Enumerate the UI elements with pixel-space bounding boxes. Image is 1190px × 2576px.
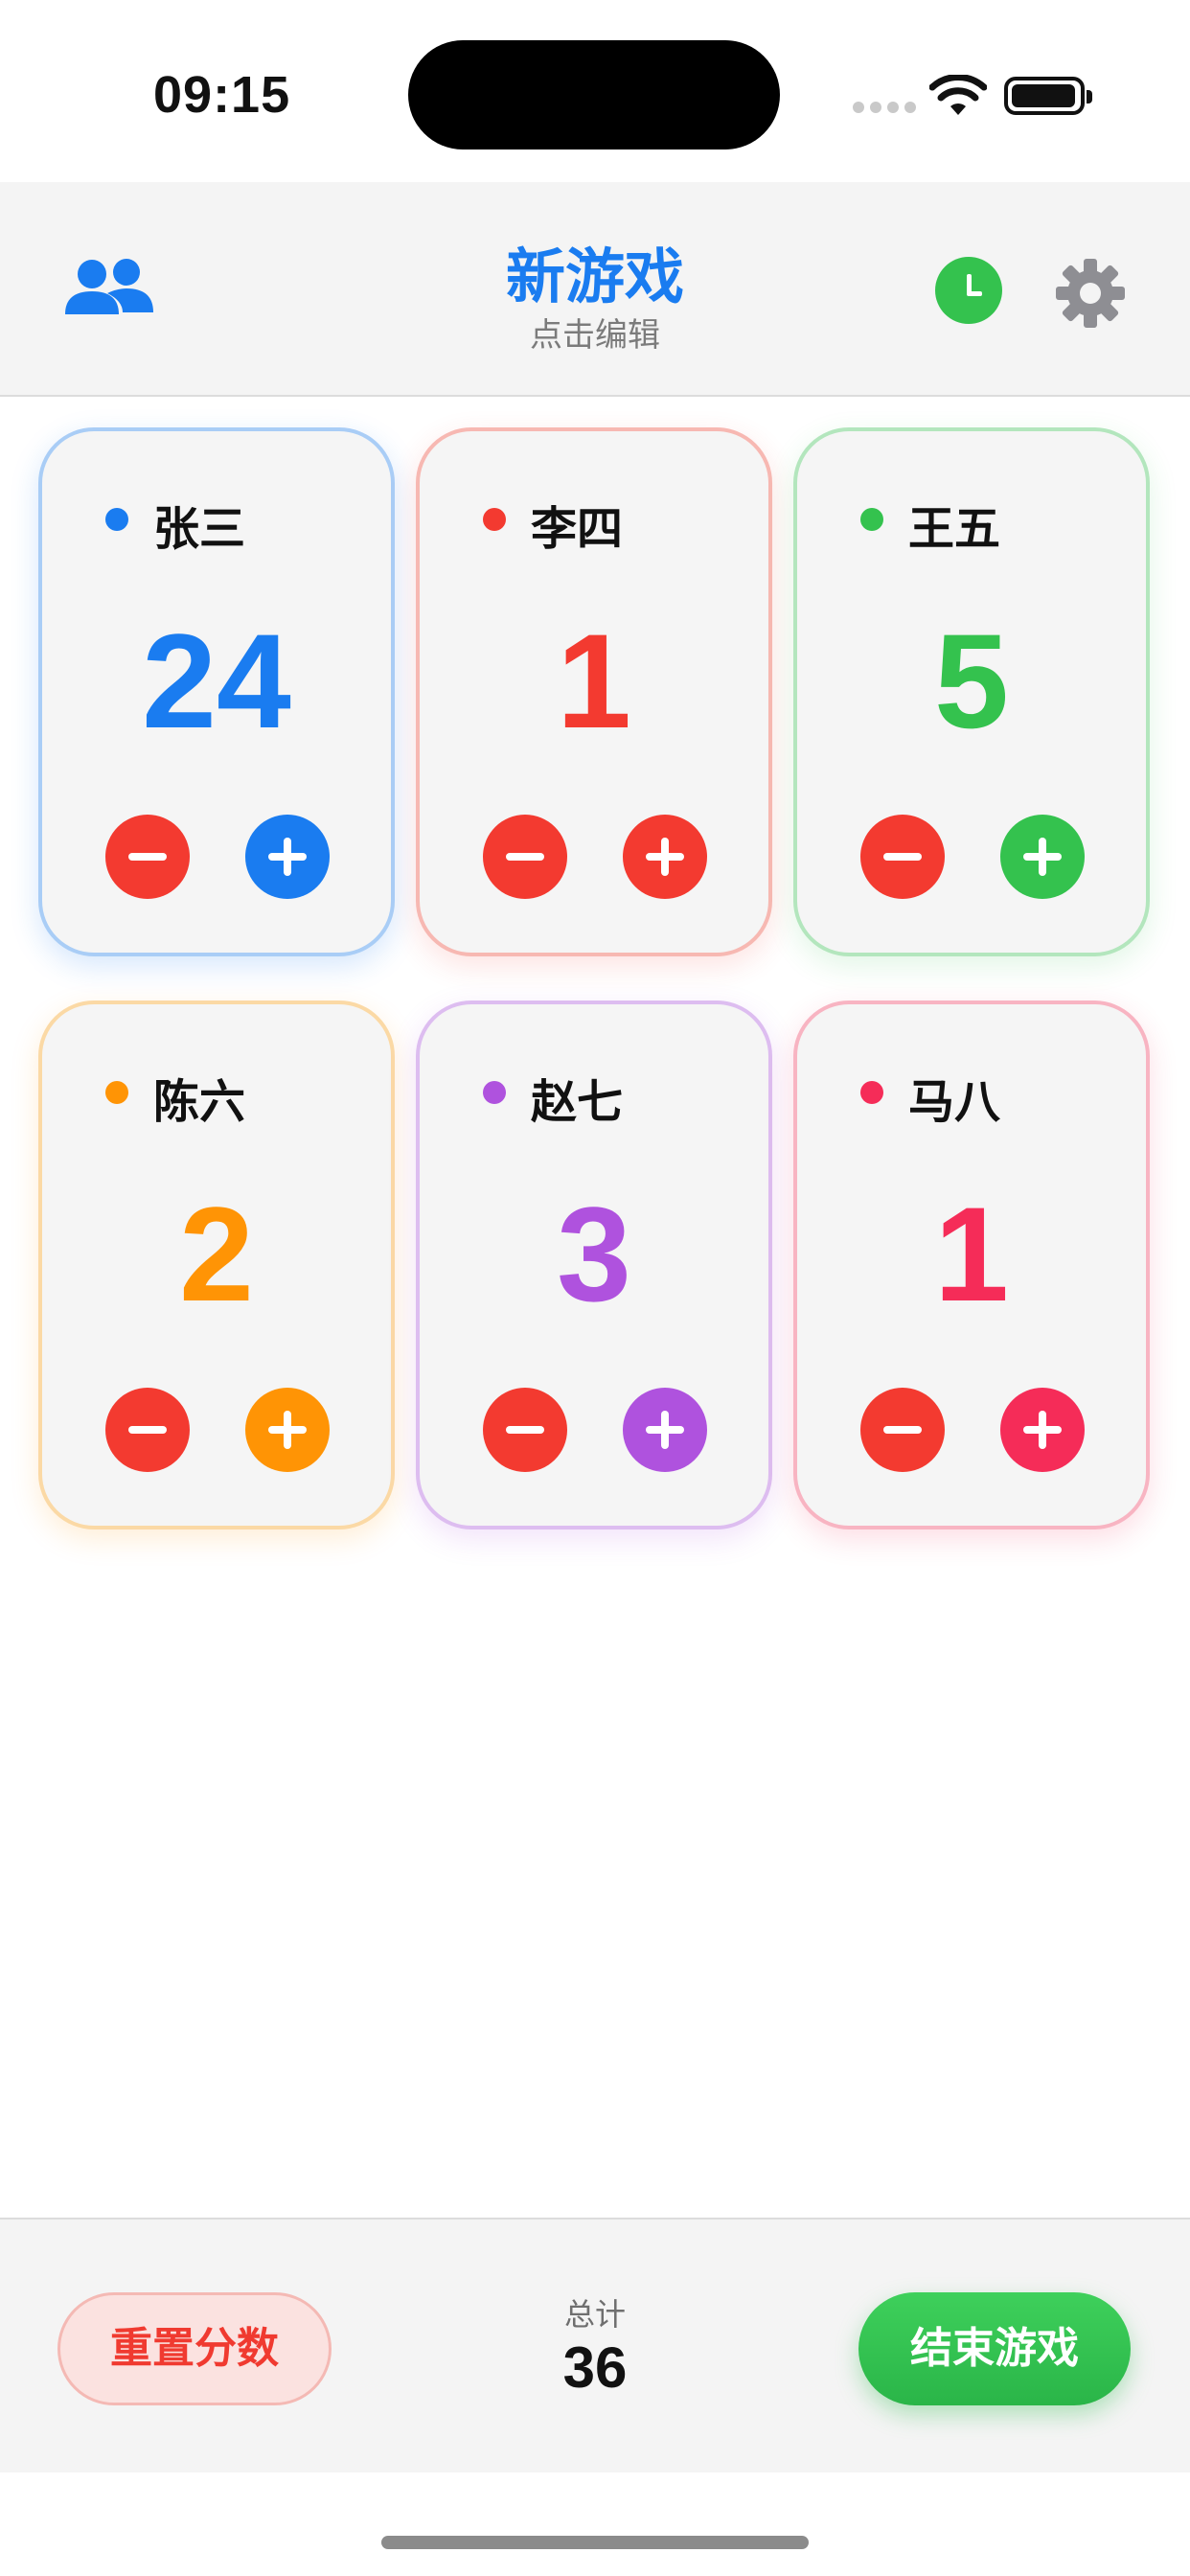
- player-name[interactable]: 马八: [908, 1064, 1000, 1131]
- increment-button[interactable]: [245, 815, 330, 899]
- player-color-dot: [483, 508, 506, 531]
- player-card[interactable]: 赵七 3: [416, 1000, 772, 1530]
- player-name[interactable]: 李四: [531, 491, 623, 558]
- decrement-button[interactable]: [483, 815, 567, 899]
- player-card[interactable]: 王五 5: [793, 427, 1150, 956]
- decrement-button[interactable]: [105, 815, 190, 899]
- decrement-button[interactable]: [105, 1388, 190, 1472]
- increment-button[interactable]: [245, 1388, 330, 1472]
- minus-icon: [883, 1426, 922, 1434]
- battery-icon: [1004, 77, 1092, 115]
- game-header: 新游戏 点击编辑: [0, 182, 1190, 397]
- decrement-button[interactable]: [483, 1388, 567, 1472]
- player-name[interactable]: 陈六: [153, 1064, 245, 1131]
- minus-icon: [506, 1426, 544, 1434]
- player-color-dot: [483, 1081, 506, 1104]
- dynamic-island: [408, 40, 780, 150]
- wifi-icon: [929, 75, 987, 115]
- clock-icon[interactable]: [935, 257, 1002, 324]
- player-score: 5: [934, 606, 1009, 756]
- increment-button[interactable]: [623, 1388, 707, 1472]
- player-score: 2: [179, 1179, 254, 1329]
- status-bar: 09:15: [0, 0, 1190, 182]
- player-score: 3: [557, 1179, 631, 1329]
- minus-icon: [128, 853, 167, 861]
- player-score: 1: [934, 1179, 1009, 1329]
- game-title[interactable]: 新游戏: [0, 228, 1190, 314]
- increment-button[interactable]: [623, 815, 707, 899]
- minus-icon: [128, 1426, 167, 1434]
- increment-button[interactable]: [1000, 1388, 1085, 1472]
- minus-icon: [883, 853, 922, 861]
- player-card[interactable]: 李四 1: [416, 427, 772, 956]
- decrement-button[interactable]: [860, 815, 945, 899]
- player-score: 1: [557, 606, 631, 756]
- player-color-dot: [105, 1081, 128, 1104]
- minus-icon: [506, 853, 544, 861]
- player-card[interactable]: 陈六 2: [38, 1000, 395, 1530]
- footer-bar: 重置分数 总计 36 结束游戏: [0, 2218, 1190, 2472]
- decrement-button[interactable]: [860, 1388, 945, 1472]
- player-color-dot: [860, 1081, 883, 1104]
- player-score: 24: [142, 606, 291, 756]
- player-card[interactable]: 张三 24: [38, 427, 395, 956]
- cellular-signal-icon: [853, 102, 916, 113]
- gear-icon[interactable]: [1054, 257, 1127, 330]
- player-color-dot: [105, 508, 128, 531]
- player-color-dot: [860, 508, 883, 531]
- player-name[interactable]: 赵七: [531, 1064, 623, 1131]
- edit-hint: 点击编辑: [530, 316, 660, 355]
- end-game-button[interactable]: 结束游戏: [858, 2292, 1131, 2405]
- player-name[interactable]: 张三: [153, 491, 245, 558]
- status-time: 09:15: [153, 66, 291, 124]
- player-name[interactable]: 王五: [908, 491, 1000, 558]
- increment-button[interactable]: [1000, 815, 1085, 899]
- player-card[interactable]: 马八 1: [793, 1000, 1150, 1530]
- home-indicator: [381, 2536, 809, 2549]
